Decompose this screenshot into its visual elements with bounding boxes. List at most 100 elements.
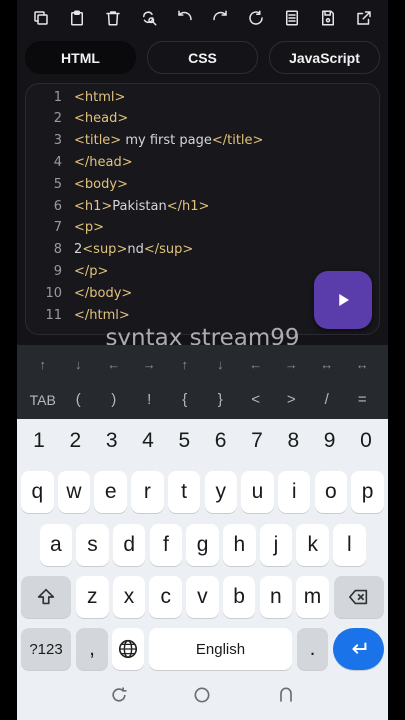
open-brace-key[interactable]: { xyxy=(167,387,203,413)
copy-icon[interactable] xyxy=(28,5,54,31)
delete-icon[interactable] xyxy=(100,5,126,31)
key-b[interactable]: b xyxy=(222,576,256,618)
arrow-right-key[interactable]: → xyxy=(132,353,168,377)
back-button[interactable] xyxy=(271,680,301,710)
period-key[interactable]: . xyxy=(297,628,328,670)
recents-button[interactable] xyxy=(104,680,134,710)
html-tag-token: </html> xyxy=(74,307,130,323)
key-r[interactable]: r xyxy=(131,471,164,513)
tab-html[interactable]: HTML xyxy=(25,41,136,74)
code-line[interactable]: 6 <h1>Pakistan</h1> xyxy=(26,195,379,217)
close-paren-key[interactable]: ) xyxy=(96,387,132,413)
key-t[interactable]: t xyxy=(167,471,201,513)
home-button[interactable] xyxy=(187,680,217,710)
key-c[interactable]: c xyxy=(149,576,182,618)
number-key-8[interactable]: 8 xyxy=(275,425,311,457)
line-number: 8 xyxy=(53,242,62,258)
key-i[interactable]: i xyxy=(277,471,311,513)
number-key-3[interactable]: 3 xyxy=(94,425,130,457)
enter-key[interactable] xyxy=(333,628,384,670)
code-line[interactable]: 2 <head> xyxy=(26,108,379,130)
file-icon[interactable] xyxy=(279,5,305,31)
key-p[interactable]: p xyxy=(351,471,384,513)
number-key-1[interactable]: 1 xyxy=(21,425,57,457)
select-left-key[interactable]: ← xyxy=(238,353,274,377)
paste-icon[interactable] xyxy=(64,5,90,31)
equals-key[interactable]: = xyxy=(345,387,381,413)
number-key-6[interactable]: 6 xyxy=(203,425,239,457)
line-number: 3 xyxy=(53,133,62,149)
comma-key[interactable]: , xyxy=(76,628,108,670)
exclamation-key[interactable]: ! xyxy=(132,387,168,413)
home-key[interactable]: ↔ xyxy=(309,353,345,377)
arrow-up-key[interactable]: ↑ xyxy=(25,353,61,377)
backspace-key[interactable] xyxy=(334,576,384,618)
number-key-4[interactable]: 4 xyxy=(130,425,166,457)
open-paren-key[interactable]: ( xyxy=(61,387,97,413)
find-replace-icon[interactable] xyxy=(136,5,162,31)
key-x[interactable]: x xyxy=(112,576,146,618)
key-s[interactable]: s xyxy=(76,524,109,566)
space-bar[interactable]: English xyxy=(149,628,292,670)
select-down-key[interactable]: ↓ xyxy=(203,353,239,377)
select-up-key[interactable]: ↑ xyxy=(167,353,203,377)
greater-than-key[interactable]: > xyxy=(274,387,310,413)
arrow-down-key[interactable]: ↓ xyxy=(61,353,97,377)
code-line[interactable]: 5 <body> xyxy=(26,173,379,195)
close-brace-key[interactable]: } xyxy=(203,387,239,413)
number-key-9[interactable]: 9 xyxy=(312,425,348,457)
code-line[interactable]: 7 <p> xyxy=(26,217,379,239)
end-key[interactable]: ↔ xyxy=(345,353,381,377)
undo-icon[interactable] xyxy=(172,5,198,31)
less-than-key[interactable]: < xyxy=(238,387,274,413)
code-text: <html> xyxy=(74,90,125,105)
html-tag-token: <html> xyxy=(74,89,126,105)
tab-css[interactable]: CSS xyxy=(147,41,258,74)
code-line[interactable]: 4 </head> xyxy=(26,151,379,173)
language-key[interactable] xyxy=(112,628,144,670)
tab-javascript[interactable]: JavaScript xyxy=(269,41,380,74)
arrow-keys-row: ↑ ↓ ← → ↑ ↓ ← → ↔ ↔ xyxy=(25,353,380,377)
number-key-0[interactable]: 0 xyxy=(348,425,384,457)
html-tag-token: </head> xyxy=(74,154,133,170)
key-q[interactable]: q xyxy=(21,471,54,513)
number-key-2[interactable]: 2 xyxy=(57,425,93,457)
code-text: </p> xyxy=(74,264,108,279)
slash-key[interactable]: / xyxy=(309,387,345,413)
code-line[interactable]: 1 <html> xyxy=(26,86,379,108)
run-button[interactable] xyxy=(314,271,372,329)
arrow-left-key[interactable]: ← xyxy=(96,353,132,377)
key-e[interactable]: e xyxy=(94,471,127,513)
symbols-key[interactable]: ?123 xyxy=(21,628,71,670)
code-line[interactable]: 3 <title> my first page</title> xyxy=(26,130,379,152)
code-line[interactable]: 8 2<sup>nd</sup> xyxy=(26,239,379,261)
key-v[interactable]: v xyxy=(186,576,219,618)
key-d[interactable]: d xyxy=(112,524,146,566)
html-tag-token: <body> xyxy=(74,176,128,192)
save-icon[interactable] xyxy=(315,5,341,31)
key-h[interactable]: h xyxy=(223,524,256,566)
shift-key[interactable] xyxy=(21,576,71,618)
key-m[interactable]: m xyxy=(296,576,329,618)
key-a[interactable]: a xyxy=(39,524,73,566)
key-o[interactable]: o xyxy=(314,471,348,513)
key-w[interactable]: w xyxy=(57,471,91,513)
key-u[interactable]: u xyxy=(241,471,274,513)
select-right-key[interactable]: → xyxy=(274,353,310,377)
redo-icon[interactable] xyxy=(207,5,233,31)
key-k[interactable]: k xyxy=(296,524,329,566)
tab-key[interactable]: TAB xyxy=(25,387,61,413)
symbol-keys-row: TAB ( ) ! { } < > / = xyxy=(25,387,380,413)
number-key-5[interactable]: 5 xyxy=(166,425,202,457)
key-j[interactable]: j xyxy=(259,524,293,566)
line-number: 10 xyxy=(45,285,62,301)
key-z[interactable]: z xyxy=(76,576,109,618)
open-external-icon[interactable] xyxy=(351,5,377,31)
key-f[interactable]: f xyxy=(149,524,183,566)
key-n[interactable]: n xyxy=(259,576,293,618)
key-y[interactable]: y xyxy=(204,471,238,513)
key-l[interactable]: l xyxy=(333,524,366,566)
number-key-7[interactable]: 7 xyxy=(239,425,275,457)
key-g[interactable]: g xyxy=(186,524,219,566)
refresh-icon[interactable] xyxy=(243,5,269,31)
